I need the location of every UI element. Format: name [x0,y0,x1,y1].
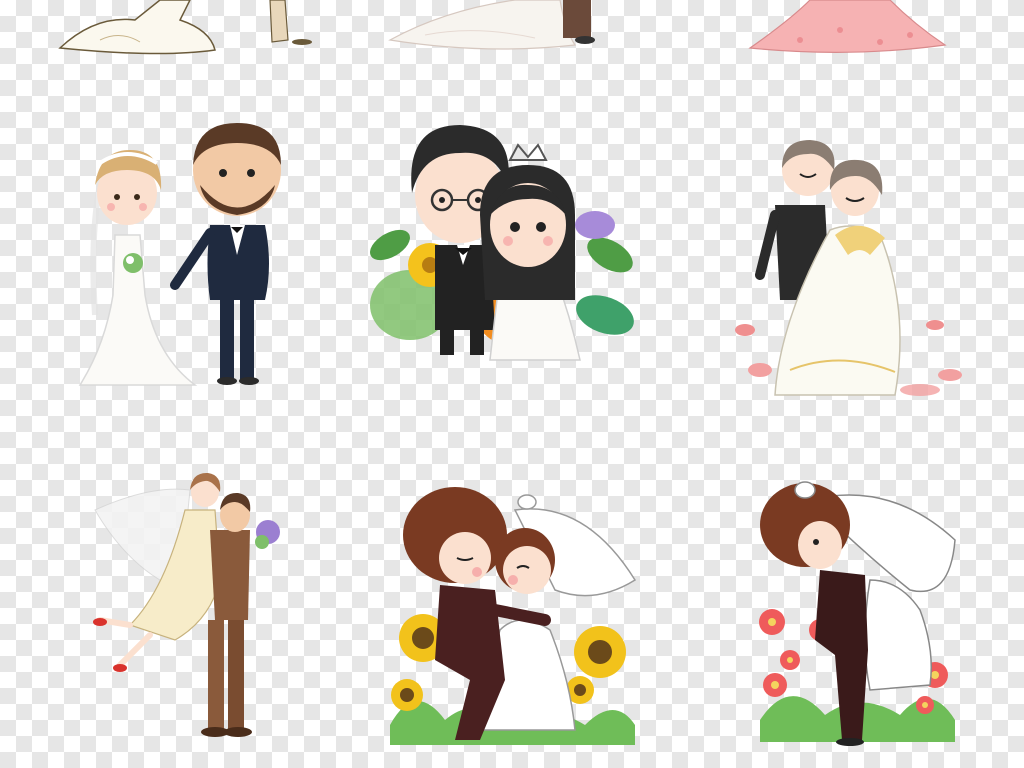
white-gown-illustration [388,0,595,50]
hugging-couple-with-red-flowers-illustration [759,481,956,746]
groom-lifting-bride-illustration [93,472,280,737]
wedding-dress-illustration [58,0,312,55]
card-bearded-groom-bride [75,115,295,395]
card-anime-couple-petals [720,140,975,405]
card-groom-lifting-bride [90,470,290,750]
card-hugging-couple-red-flowers [750,480,960,750]
card-gown-partial-middle [385,0,615,55]
anime-couple-with-petals-illustration [735,140,962,396]
bearded-groom-and-bride-illustration [78,123,281,386]
card-pink-gown-partial-right [740,0,950,55]
glasses-groom-and-bride-illustration [370,125,634,361]
card-dress-partial-left [40,0,312,60]
pink-gown-illustration [748,0,947,53]
card-glasses-groom-bride-flowers [360,115,645,365]
kissing-couple-with-sunflowers-illustration [390,487,637,745]
card-kissing-couple-sunflowers [385,480,640,750]
